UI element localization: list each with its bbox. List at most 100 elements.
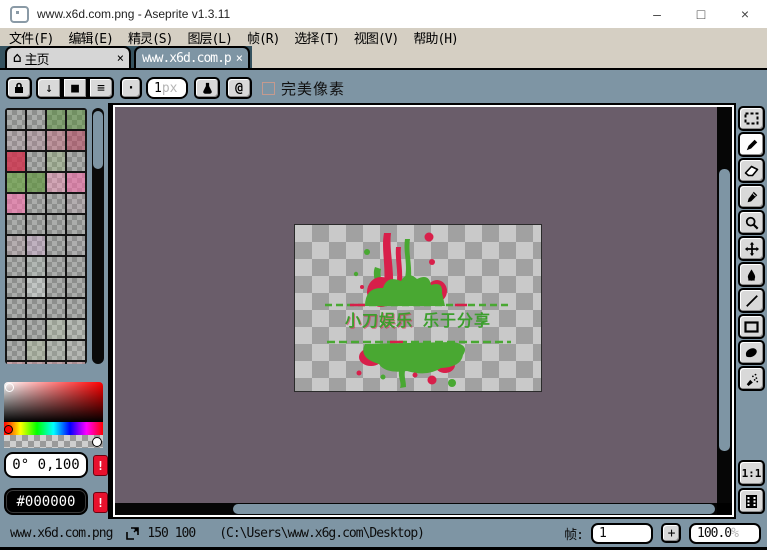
- tool-rectangle[interactable]: [738, 314, 765, 339]
- menu-sprite[interactable]: 精灵(S): [122, 28, 178, 47]
- tool-zoom[interactable]: [738, 210, 765, 235]
- palette-swatch[interactable]: [47, 236, 65, 255]
- menu-help[interactable]: 帮助(H): [407, 28, 463, 47]
- tab-home[interactable]: ⌂ 主页 ×: [5, 46, 131, 68]
- alpha-knob[interactable]: [92, 437, 102, 447]
- palette-swatch[interactable]: [7, 236, 25, 255]
- menu-view[interactable]: 视图(V): [348, 28, 404, 47]
- palette-swatch[interactable]: [47, 152, 65, 171]
- palette-swatch[interactable]: [47, 131, 65, 150]
- pixel-perfect-checkbox[interactable]: [262, 82, 275, 95]
- palette-swatch[interactable]: [27, 131, 45, 150]
- brush-type-button[interactable]: ·: [120, 77, 142, 99]
- ink-square-button[interactable]: ■: [62, 77, 88, 99]
- palette-swatch[interactable]: [7, 215, 25, 234]
- palette-swatch[interactable]: [27, 320, 45, 339]
- close-button[interactable]: ×: [723, 0, 767, 28]
- palette-swatch[interactable]: [67, 299, 85, 318]
- palette-swatch[interactable]: [27, 362, 45, 364]
- vertical-scrollbar-thumb[interactable]: [719, 169, 730, 451]
- palette-swatch[interactable]: [27, 215, 45, 234]
- zoom-1-1-button[interactable]: 1:1: [738, 460, 765, 486]
- minimize-button[interactable]: –: [635, 0, 679, 28]
- palette-swatch[interactable]: [67, 152, 85, 171]
- hsv-warning-button[interactable]: !: [93, 455, 108, 476]
- palette-swatch[interactable]: [47, 110, 65, 129]
- maximize-button[interactable]: □: [679, 0, 723, 28]
- palette-scrollbar[interactable]: [92, 108, 104, 364]
- palette-swatch[interactable]: [27, 236, 45, 255]
- palette-swatch[interactable]: [67, 194, 85, 213]
- palette-scrollbar-thumb[interactable]: [93, 111, 103, 169]
- pixel-perfect-label[interactable]: 完美像素: [281, 78, 345, 99]
- tab-home-close-icon[interactable]: ×: [117, 51, 123, 65]
- hex-warning-button[interactable]: !: [93, 492, 108, 513]
- ink-simple-button[interactable]: ↓: [36, 77, 62, 99]
- alpha-slider[interactable]: [4, 435, 103, 448]
- palette-swatch[interactable]: [7, 110, 25, 129]
- palette-swatch[interactable]: [7, 299, 25, 318]
- palette-swatch[interactable]: [47, 173, 65, 192]
- tab-document-close-icon[interactable]: ×: [236, 51, 242, 65]
- palette-swatch[interactable]: [27, 173, 45, 192]
- menu-edit[interactable]: 编辑(E): [62, 28, 118, 47]
- palette-swatch[interactable]: [7, 257, 25, 276]
- ink-button[interactable]: [194, 77, 220, 99]
- tool-eraser[interactable]: [738, 158, 765, 183]
- palette-swatch[interactable]: [7, 341, 25, 360]
- palette-swatch[interactable]: [67, 131, 85, 150]
- palette-swatch[interactable]: [67, 341, 85, 360]
- palette-swatch[interactable]: [67, 236, 85, 255]
- saturation-value-picker[interactable]: [4, 382, 103, 422]
- palette-swatch[interactable]: [27, 341, 45, 360]
- hex-value-field[interactable]: #000000: [4, 488, 88, 515]
- tool-marquee[interactable]: [738, 106, 765, 131]
- palette-swatch[interactable]: [67, 320, 85, 339]
- palette-swatch[interactable]: [27, 257, 45, 276]
- canvas-viewport[interactable]: 小刀娱乐乐于分享: [115, 107, 717, 503]
- menu-frame[interactable]: 帧(R): [241, 28, 285, 47]
- palette-swatch[interactable]: [47, 278, 65, 297]
- tool-line[interactable]: [738, 288, 765, 313]
- timeline-button[interactable]: [738, 488, 765, 514]
- horizontal-scrollbar-thumb[interactable]: [233, 504, 715, 514]
- tool-move[interactable]: [738, 236, 765, 261]
- lock-button[interactable]: [6, 77, 32, 99]
- tool-pencil[interactable]: [738, 132, 765, 157]
- sprite-canvas[interactable]: 小刀娱乐乐于分享: [294, 224, 542, 392]
- hue-knob[interactable]: [4, 425, 13, 434]
- palette-swatch[interactable]: [7, 278, 25, 297]
- palette-swatch[interactable]: [47, 299, 65, 318]
- palette-swatch[interactable]: [67, 110, 85, 129]
- palette-swatch[interactable]: [27, 299, 45, 318]
- palette-swatch[interactable]: [27, 152, 45, 171]
- palette-swatch[interactable]: [27, 278, 45, 297]
- hue-slider[interactable]: [4, 422, 103, 435]
- palette-swatch[interactable]: [7, 362, 25, 364]
- palette-swatch[interactable]: [7, 152, 25, 171]
- palette-swatch[interactable]: [47, 320, 65, 339]
- palette-swatch[interactable]: [47, 257, 65, 276]
- palette-swatch[interactable]: [67, 215, 85, 234]
- tool-spray[interactable]: [738, 366, 765, 391]
- palette-swatch[interactable]: [27, 110, 45, 129]
- palette-swatch[interactable]: [7, 194, 25, 213]
- new-frame-button[interactable]: +: [661, 523, 681, 543]
- tool-contour[interactable]: [738, 340, 765, 365]
- palette-swatch[interactable]: [7, 320, 25, 339]
- menu-layer[interactable]: 图层(L): [181, 28, 237, 47]
- palette-swatch[interactable]: [67, 278, 85, 297]
- menu-file[interactable]: 文件(F): [3, 28, 59, 47]
- palette-swatch[interactable]: [7, 173, 25, 192]
- zoom-input[interactable]: 100.0%: [689, 523, 761, 544]
- palette-swatch[interactable]: [47, 194, 65, 213]
- dynamics-button[interactable]: @: [226, 77, 252, 99]
- palette-swatch[interactable]: [67, 173, 85, 192]
- sv-knob[interactable]: [5, 383, 14, 392]
- frame-input[interactable]: 1: [591, 523, 653, 544]
- palette-swatch[interactable]: [67, 257, 85, 276]
- hsv-value-field[interactable]: 0° 0,100: [4, 452, 88, 478]
- tool-paint-bucket[interactable]: [738, 262, 765, 287]
- palette-swatch[interactable]: [7, 131, 25, 150]
- palette-swatch[interactable]: [27, 194, 45, 213]
